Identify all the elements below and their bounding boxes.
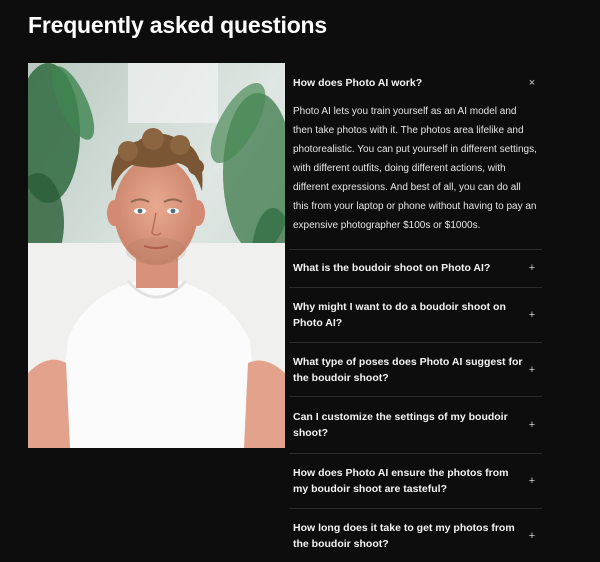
faq-item: Why might I want to do a boudoir shoot o… <box>289 288 542 343</box>
faq-question: What is the boudoir shoot on Photo AI? <box>293 262 491 274</box>
faq-question: Can I customize the settings of my boudo… <box>293 411 508 439</box>
faq-question-toggle[interactable]: How does Photo AI work? × <box>289 63 542 102</box>
close-icon[interactable]: × <box>526 77 538 89</box>
faq-question: How does Photo AI ensure the photos from… <box>293 467 509 495</box>
faq-question-toggle[interactable]: How long does it take to get my photos f… <box>289 509 542 562</box>
faq-item: How long does it take to get my photos f… <box>289 509 542 562</box>
faq-question: Why might I want to do a boudoir shoot o… <box>293 301 506 329</box>
plus-icon[interactable]: + <box>526 530 538 542</box>
faq-question: How long does it take to get my photos f… <box>293 522 515 550</box>
faq-question-toggle[interactable]: What type of poses does Photo AI suggest… <box>289 343 542 396</box>
faq-question-toggle[interactable]: How does Photo AI ensure the photos from… <box>289 454 542 508</box>
faq-question: What type of poses does Photo AI suggest… <box>293 356 523 384</box>
faq-item: What type of poses does Photo AI suggest… <box>289 343 542 397</box>
portrait-photo <box>28 63 285 448</box>
faq-item: How does Photo AI ensure the photos from… <box>289 454 542 509</box>
faq-question-toggle[interactable]: Can I customize the settings of my boudo… <box>289 397 542 453</box>
faq-item: What is the boudoir shoot on Photo AI? + <box>289 250 542 288</box>
plus-icon[interactable]: + <box>526 262 538 274</box>
faq-question-toggle[interactable]: Why might I want to do a boudoir shoot o… <box>289 288 542 342</box>
plus-icon[interactable]: + <box>526 475 538 487</box>
plus-icon[interactable]: + <box>526 364 538 376</box>
page-title: Frequently asked questions <box>28 12 327 38</box>
faq-item: Can I customize the settings of my boudo… <box>289 397 542 454</box>
faq-question: How does Photo AI work? <box>293 77 423 89</box>
faq-answer: Photo AI lets you train yourself as an A… <box>293 106 537 231</box>
faq-list: How does Photo AI work? × Photo AI lets … <box>289 63 542 562</box>
faq-item: How does Photo AI work? × Photo AI lets … <box>289 63 542 250</box>
plus-icon[interactable]: + <box>526 309 538 321</box>
plus-icon[interactable]: + <box>526 419 538 431</box>
faq-question-toggle[interactable]: What is the boudoir shoot on Photo AI? + <box>289 250 542 287</box>
